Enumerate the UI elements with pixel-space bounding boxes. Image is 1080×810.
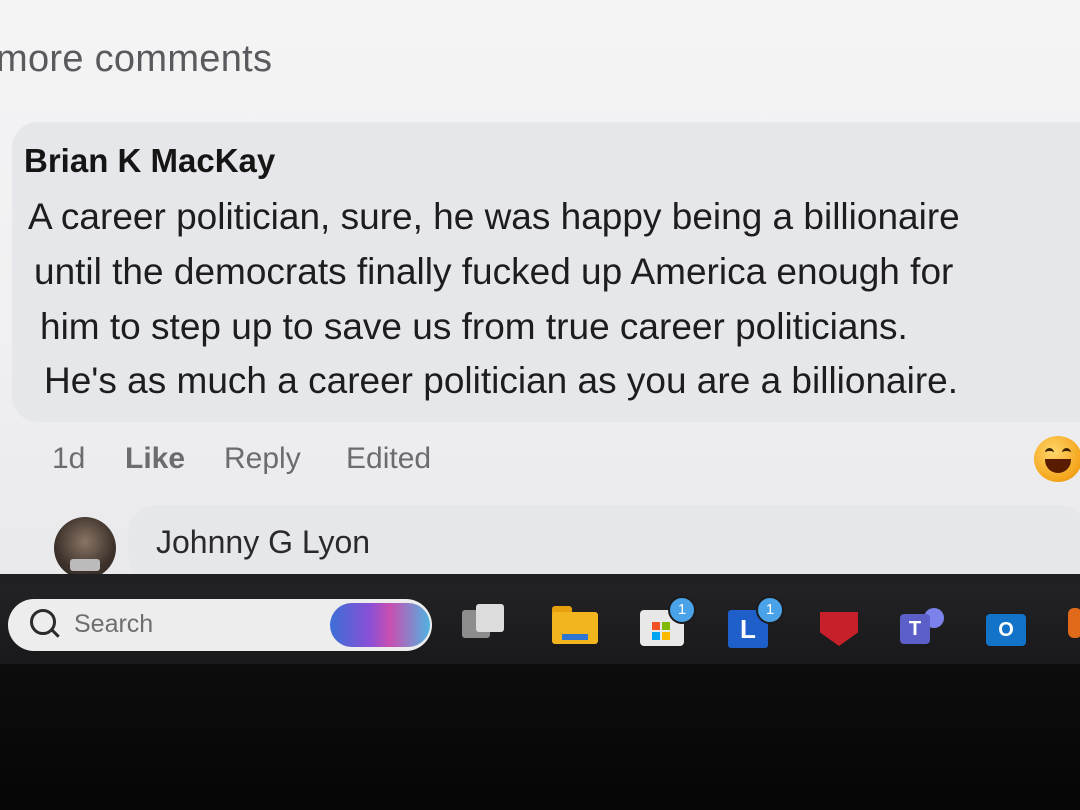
avatar[interactable] [54, 517, 116, 579]
shield-shape [820, 612, 858, 646]
emoji-mouth [1045, 459, 1071, 473]
reply-author[interactable]: Johnny G Lyon [156, 524, 370, 561]
store-badge: 1 [668, 596, 696, 624]
teams-letter: T [900, 614, 930, 644]
file-explorer-icon[interactable] [552, 604, 598, 646]
store-square-blue [652, 632, 660, 640]
comment-text-line-2: until the democrats finally fucked up Am… [34, 251, 954, 292]
teams-icon[interactable]: T [900, 604, 944, 646]
search-icon [30, 609, 56, 635]
comment-author[interactable]: Brian K MacKay [24, 142, 275, 180]
task-view-icon[interactable] [462, 604, 504, 646]
comment-text-line-4: He's as much a career politician as you … [44, 360, 959, 401]
comment-timestamp[interactable]: 1d [52, 442, 85, 476]
partial-app-icon[interactable] [1068, 608, 1080, 638]
folder-strip [562, 634, 588, 640]
l-app-icon[interactable]: L 1 [728, 596, 784, 648]
avatar-badge [70, 559, 100, 571]
monitor-bezel [0, 664, 1080, 810]
like-button[interactable]: Like [125, 442, 185, 476]
emoji-eye-right [1062, 448, 1071, 457]
emoji-eye-left [1045, 448, 1054, 457]
outlook-icon[interactable]: O [986, 604, 1028, 646]
comment-text-line-3: him to step up to save us from true care… [40, 306, 908, 347]
store-square-yellow [662, 632, 670, 640]
search-box[interactable]: Search [8, 599, 432, 651]
more-comments-link[interactable]: more comments [0, 38, 272, 81]
search-input[interactable]: Search [74, 610, 153, 639]
comment-text-line-1: A career politician, sure, he was happy … [28, 196, 960, 237]
reply-button[interactable]: Reply [224, 442, 301, 476]
security-shield-icon[interactable] [818, 604, 860, 646]
search-highlight-icon[interactable] [330, 603, 430, 647]
windows-taskbar: Search 1 L 1 T O [0, 584, 1080, 664]
l-app-badge: 1 [756, 596, 784, 624]
store-icon[interactable]: 1 [640, 596, 696, 646]
store-square-green [662, 622, 670, 630]
store-square-red [652, 622, 660, 630]
edited-label[interactable]: Edited [346, 442, 431, 476]
task-view-front [476, 604, 504, 632]
laughing-emoji-icon[interactable] [1034, 436, 1080, 482]
screen-divider [0, 574, 1080, 584]
outlook-letter: O [986, 614, 1026, 646]
facebook-comments-screen: more comments Brian K MacKay A career po… [0, 0, 1080, 590]
